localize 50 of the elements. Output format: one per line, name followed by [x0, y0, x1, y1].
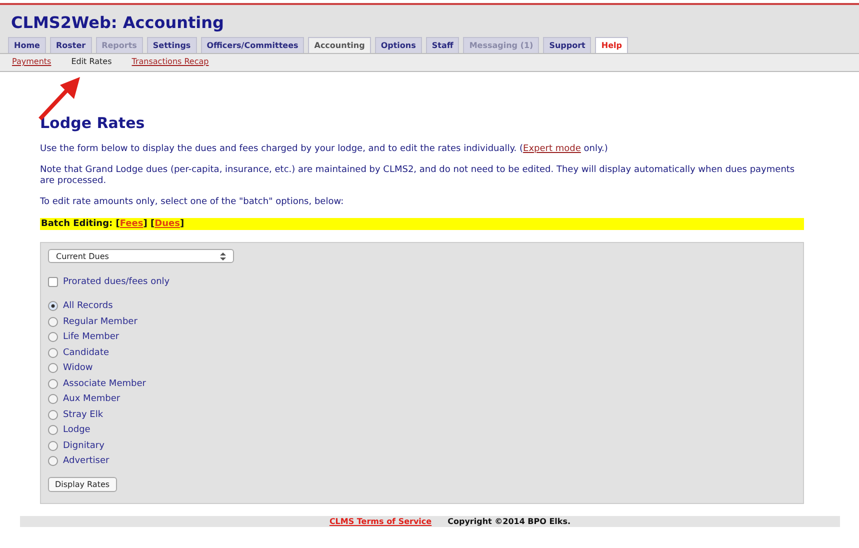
radio-button[interactable]	[48, 332, 58, 342]
radio-label: Dignitary	[63, 440, 104, 451]
radio-label: Advertiser	[63, 456, 110, 466]
display-rates-button[interactable]: Display Rates	[48, 477, 117, 492]
radio-label: Lodge	[63, 425, 90, 436]
rates-dropdown[interactable]: Current Dues	[48, 249, 234, 263]
nav-tab[interactable]: Staff	[426, 37, 460, 53]
radio-label: Life Member	[63, 332, 120, 342]
radio-label: Associate Member	[63, 378, 146, 389]
nav-tab[interactable]: Home	[8, 37, 46, 53]
radio-button[interactable]	[48, 348, 58, 358]
terms-link[interactable]: CLMS Terms of Service	[329, 517, 432, 526]
copyright-text: Copyright ©2014 BPO Elks.	[448, 517, 571, 526]
nav-tab[interactable]: Roster	[50, 37, 92, 53]
radio-button[interactable]	[48, 394, 58, 404]
checkbox-label: Prorated dues/fees only	[63, 276, 170, 287]
nav-tab[interactable]: Support	[543, 37, 592, 53]
radio-button[interactable]	[48, 301, 58, 312]
radio-label: Widow	[63, 363, 93, 374]
expert-mode-link[interactable]: Expert mode	[523, 144, 581, 154]
radio-label: Candidate	[63, 348, 110, 358]
page-heading: Lodge Rates	[40, 114, 146, 132]
batch-editing-bar: Batch Editing: [Fees] [Dues]	[40, 218, 804, 230]
radio-label: All Records	[63, 301, 113, 312]
radio-button[interactable]	[48, 456, 58, 466]
nav-tab[interactable]: Accounting	[308, 37, 371, 53]
radio-button[interactable]	[48, 410, 58, 420]
paragraph: Note that Grand Lodge dues (per-capita, insurance, etc.) are maintained by CLMS2, and do not need to be edited. They will display automatically when dues payments are processed.	[40, 165, 796, 187]
batch-link[interactable]: Dues	[154, 219, 180, 229]
radio-label: Regular Member	[63, 316, 138, 327]
nav-tab[interactable]: Settings	[146, 37, 197, 53]
checkbox[interactable]	[48, 276, 58, 287]
radio-button[interactable]	[48, 363, 58, 374]
nav-tab[interactable]: Help	[595, 37, 628, 53]
subnav-link[interactable]: Transactions Recap	[132, 57, 209, 68]
updown-caret-icon	[220, 252, 226, 260]
radio-label: Stray Elk	[63, 410, 104, 420]
nav-tab[interactable]: Officers/Committees	[200, 37, 304, 53]
radio-button[interactable]	[48, 316, 58, 327]
radio-button[interactable]	[48, 440, 58, 451]
radio-button[interactable]	[48, 425, 58, 436]
app-title: CLMS2Web: Accounting	[10, 13, 225, 34]
subnav-link[interactable]: Edit Rates	[71, 57, 112, 68]
radio-button[interactable]	[48, 378, 58, 389]
nav-tab[interactable]: Options	[374, 37, 422, 53]
paragraph: Use the form below to display the dues and fees charged by your lodge, and to edit the rates individually. (Expert mode only.)	[40, 144, 609, 155]
batch-link[interactable]: Fees	[120, 219, 144, 229]
paragraph: To edit rate amounts only, select one of the "batch" options, below:	[40, 197, 345, 208]
subnav-link[interactable]: Payments	[12, 57, 52, 68]
radio-label: Aux Member	[63, 394, 120, 404]
